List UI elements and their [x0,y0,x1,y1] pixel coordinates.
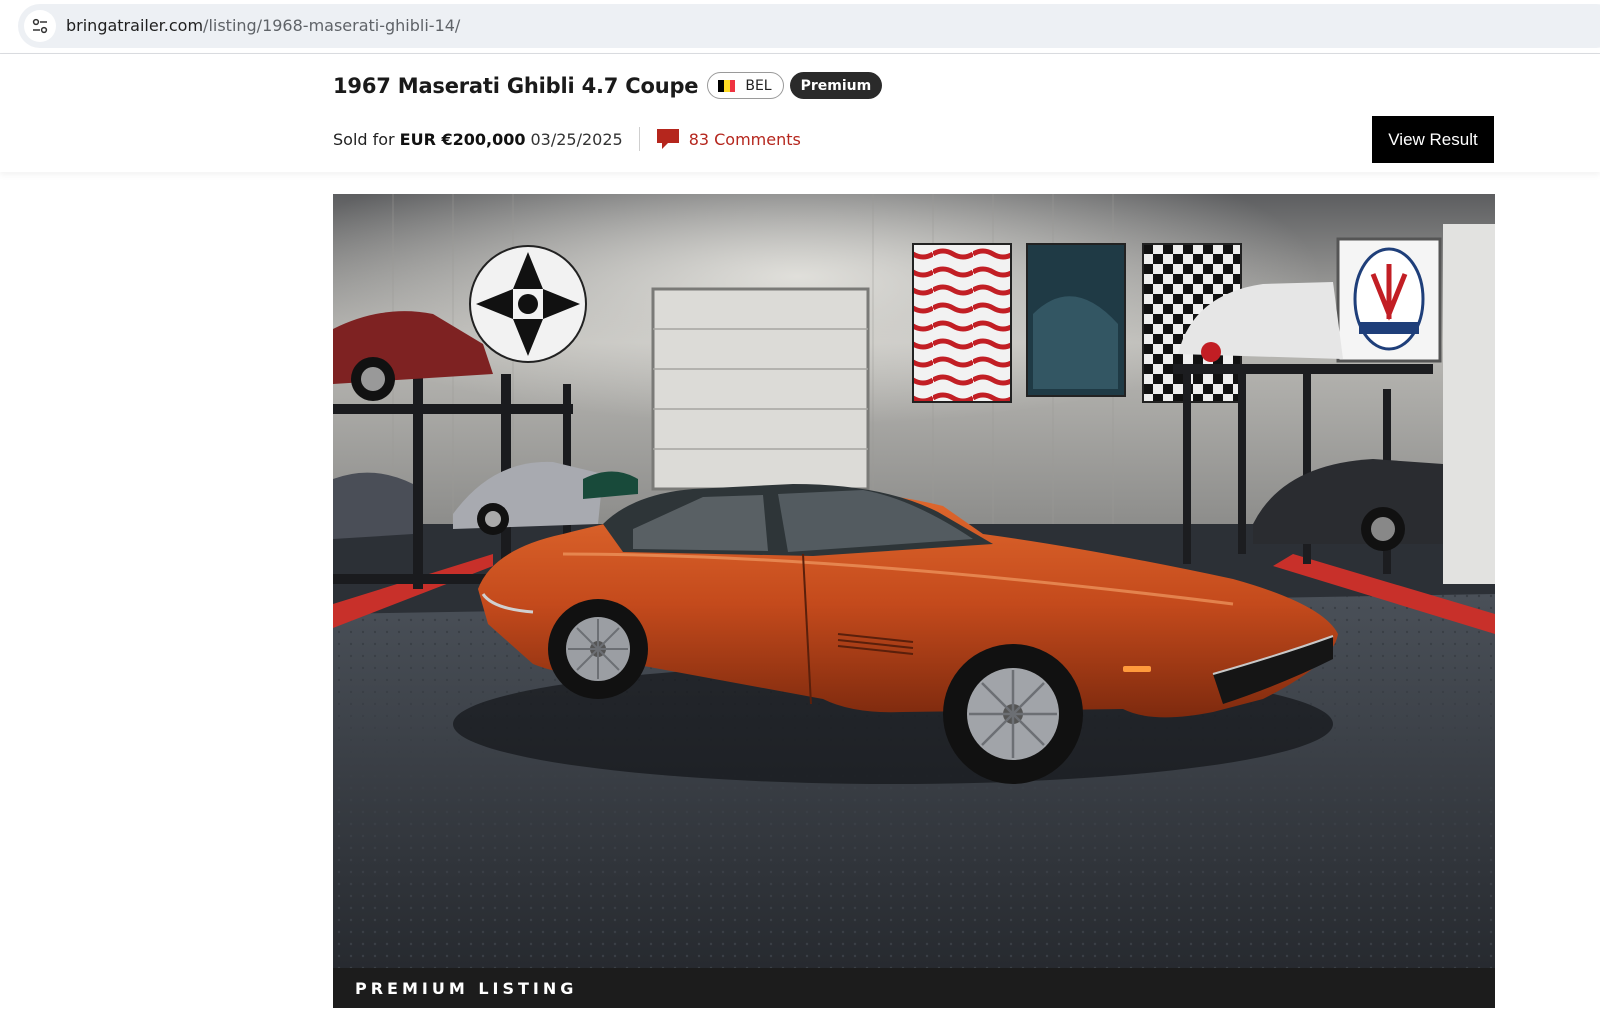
premium-badge: Premium [789,72,883,99]
belgium-flag-icon [718,79,736,92]
premium-listing-banner: PREMIUM LISTING [333,968,1495,1008]
comments-link[interactable]: 83 Comments [656,128,801,150]
speech-bubble-icon [656,129,679,149]
sold-price: EUR €200,000 [399,129,526,149]
comments-count: 83 Comments [688,129,801,149]
listing-header: 1967 Maserati Ghibli 4.7 Coupe BEL Premi… [0,54,1600,172]
browser-address-bar: bringatrailer.com/listing/1968-maserati-… [0,0,1600,54]
view-result-button[interactable]: View Result [1372,116,1494,163]
url-path: /listing/1968-maserati-ghibli-14/ [203,16,461,35]
sold-date: 03/25/2025 [530,129,623,149]
tune-icon [32,18,48,34]
country-badge[interactable]: BEL [707,72,784,99]
sold-label: Sold for [333,129,395,149]
country-code: BEL [745,77,772,94]
url-text[interactable]: bringatrailer.com/listing/1968-maserati-… [66,16,460,36]
url-field[interactable]: bringatrailer.com/listing/1968-maserati-… [18,4,1600,48]
title-row: 1967 Maserati Ghibli 4.7 Coupe BEL Premi… [333,72,883,99]
car-photo [333,194,1495,1008]
url-domain: bringatrailer.com [66,16,204,35]
hero-photo[interactable]: PREMIUM LISTING [333,194,1495,1008]
sold-info: Sold for EUR €200,000 03/25/2025 83 Comm… [333,127,801,151]
site-info-button[interactable] [24,10,56,42]
divider [638,127,640,151]
listing-title: 1967 Maserati Ghibli 4.7 Coupe [333,73,699,98]
